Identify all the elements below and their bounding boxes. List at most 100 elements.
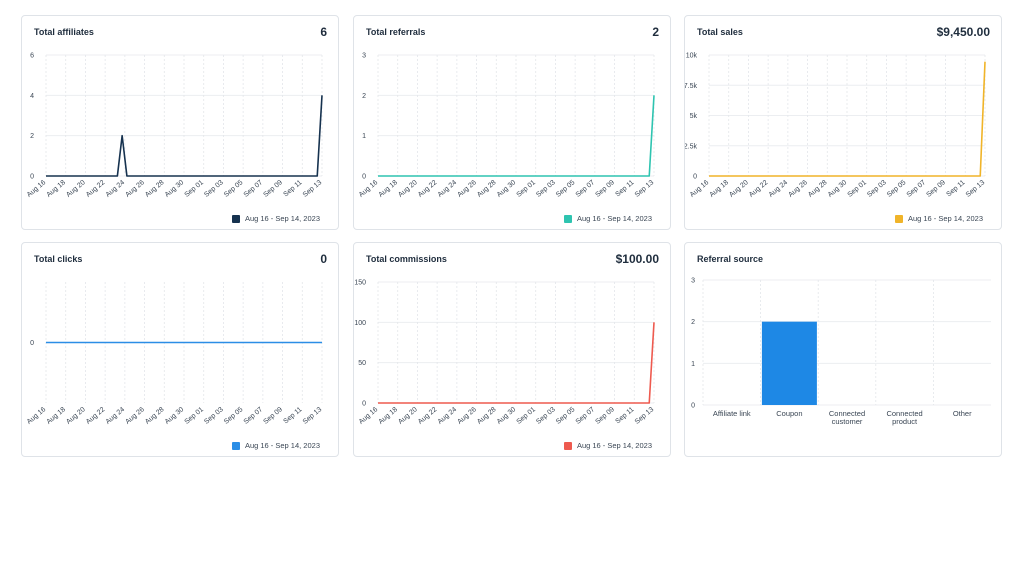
card-total-commissions: Total commissions $100.00 0 50 100 150 Aug 1… (353, 242, 671, 457)
x-tick-label: Sep 11 (282, 179, 303, 198)
y-tick-label: 100 (354, 320, 366, 327)
x-tick-label: Aug 16 (358, 406, 380, 426)
x-tick-label: Aug 30 (164, 179, 186, 199)
x-tick-label: Sep 07 (575, 406, 597, 426)
x-tick-label: Sep 09 (925, 179, 947, 199)
x-tick-label: Sep 03 (535, 179, 557, 199)
y-tick-label: 0 (693, 174, 697, 181)
x-tick-label: Sep 05 (555, 179, 577, 199)
card-total-sales: Total sales $9,450.00 0 2.5k 5k 7.5k 10k Aug … (684, 15, 1002, 230)
y-tick-label: 3 (362, 53, 366, 60)
x-tick-label: Aug 30 (164, 406, 186, 426)
y-tick-label: 4 (30, 93, 34, 100)
x-tick-label: Sep 07 (243, 179, 265, 199)
y-tick-label: 5k (690, 113, 698, 120)
x-tick-label: Aug 22 (417, 179, 439, 199)
x-tick-label: customer (832, 417, 863, 426)
x-tick-label: Aug 18 (378, 406, 400, 426)
x-tick-label: Aug 24 (768, 179, 790, 199)
x-tick-label: Sep 05 (886, 179, 908, 199)
legend-swatch (894, 214, 903, 223)
x-tick-label: Aug 28 (144, 179, 166, 199)
x-tick-label: Aug 20 (65, 406, 87, 426)
x-tick-label: Aug 24 (437, 406, 459, 426)
y-tick-label: 6 (30, 53, 34, 60)
x-tick-label: Aug 18 (46, 179, 68, 199)
x-tick-label: Aug 22 (417, 406, 439, 426)
card-total-referrals: Total referrals 2 0 1 2 3 Aug 16 Aug 18 Aug 20… (353, 15, 671, 230)
x-tick-label: Aug 20 (728, 179, 750, 199)
y-tick-label: 0 (362, 174, 366, 181)
x-tick-label: Sep 13 (634, 179, 656, 199)
x-tick-label: Aug 30 (496, 406, 518, 426)
x-tick-label: Aug 24 (437, 179, 459, 199)
x-tick-label: Sep 13 (302, 179, 324, 199)
chart-legend[interactable]: Aug 16 - Sep 14, 2023 (563, 441, 652, 450)
x-tick-label: Sep 01 (184, 406, 206, 426)
x-tick-label: Aug 26 (456, 406, 478, 426)
x-tick-label: Aug 24 (105, 406, 127, 426)
legend-label: Aug 16 - Sep 14, 2023 (244, 441, 320, 450)
x-tick-label: Aug 26 (124, 179, 146, 199)
bar (761, 321, 817, 405)
x-tick-label: Sep 01 (184, 179, 206, 199)
x-tick-label: Sep 07 (243, 406, 265, 426)
x-tick-label: Aug 22 (85, 179, 107, 199)
x-tick-label: Sep 13 (302, 406, 324, 426)
y-tick-label: 0 (30, 340, 34, 347)
y-tick-label: 1 (691, 361, 695, 368)
x-tick-label: Sep 11 (614, 406, 635, 425)
x-tick-label: Aug 20 (397, 406, 419, 426)
x-tick-label: Sep 03 (203, 406, 225, 426)
legend-label: Aug 16 - Sep 14, 2023 (576, 214, 652, 223)
x-tick-label: Aug 18 (378, 179, 400, 199)
y-tick-label: 2 (691, 319, 695, 326)
x-tick-label: Sep 05 (223, 179, 245, 199)
card-total-affiliates: Total affiliates 6 0 2 4 6 Aug 16 Aug 18 Aug 2… (21, 15, 339, 230)
x-tick-label: product (892, 417, 918, 426)
chart-legend[interactable]: Aug 16 - Sep 14, 2023 (231, 441, 320, 450)
x-tick-label: Affiliate link (713, 409, 751, 418)
x-tick-label: Aug 30 (496, 179, 518, 199)
x-tick-label: Sep 11 (614, 179, 635, 198)
y-tick-label: 10k (686, 53, 698, 60)
x-tick-label: Aug 26 (124, 406, 146, 426)
card-total-clicks: Total clicks 0 0 Aug 16 Aug 18 Aug 20 Aug 22… (21, 242, 339, 457)
x-tick-label: Aug 28 (476, 179, 498, 199)
card-referral-source: Referral source 0 1 2 3 Affiliate link Coupon… (684, 242, 1002, 457)
x-tick-label: Sep 05 (223, 406, 245, 426)
x-tick-label: Sep 01 (516, 406, 538, 426)
y-tick-label: 0 (691, 403, 695, 410)
x-tick-label: Sep 09 (262, 406, 284, 426)
y-tick-label: 3 (691, 278, 695, 285)
x-tick-label: Sep 11 (945, 179, 966, 198)
x-tick-label: Aug 28 (807, 179, 829, 199)
x-tick-label: Aug 22 (85, 406, 107, 426)
y-tick-label: 1 (362, 133, 366, 140)
legend-swatch (231, 441, 240, 450)
x-tick-label: Aug 28 (476, 406, 498, 426)
y-tick-label: 0 (362, 401, 366, 408)
x-tick-label: Sep 03 (535, 406, 557, 426)
referral-source-chart: 0123Affiliate link Coupon Connectedcustome… (691, 278, 991, 426)
x-tick-label: Aug 16 (26, 406, 48, 426)
x-tick-label: Aug 16 (26, 179, 48, 199)
x-tick-label: Aug 18 (46, 406, 68, 426)
chart-legend[interactable]: Aug 16 - Sep 14, 2023 (894, 214, 983, 223)
x-tick-label: Aug 24 (105, 179, 127, 199)
series-line (709, 61, 986, 177)
x-tick-label: Sep 07 (575, 179, 597, 199)
x-tick-label: Sep 01 (847, 179, 869, 199)
x-tick-label: Aug 22 (748, 179, 770, 199)
legend-label: Aug 16 - Sep 14, 2023 (576, 441, 652, 450)
y-tick-label: 50 (358, 360, 366, 367)
commissions-chart: 050100150Aug 16Aug 18Aug 20Aug 22Aug 24A… (354, 280, 655, 426)
chart-legend[interactable]: Aug 16 - Sep 14, 2023 (563, 214, 652, 223)
chart-legend[interactable]: Aug 16 - Sep 14, 2023 (231, 214, 320, 223)
y-tick-label: 2.5k (685, 143, 697, 150)
legend-swatch (563, 214, 572, 223)
affiliates-chart: 0 2 4 6 Aug 16Aug 18Aug 20Aug 22Aug 24Aug 26… (26, 53, 324, 199)
x-tick-label: Aug 18 (709, 179, 731, 199)
x-tick-label: Other (953, 409, 972, 418)
clicks-chart: 0 Aug 16Aug 18Aug 20Aug 22Aug 24Aug 26 Aug… (26, 282, 324, 426)
